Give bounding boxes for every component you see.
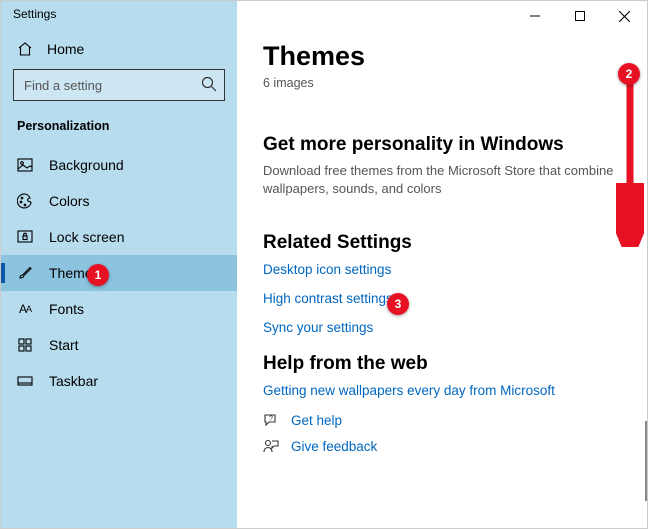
sidebar-item-home[interactable]: Home [1,31,237,63]
sidebar-item-label: Start [49,337,79,353]
link-sync-settings[interactable]: Sync your settings [263,320,621,335]
sidebar-item-label: Taskbar [49,373,98,389]
category-title: Personalization [1,113,237,147]
more-heading: Get more personality in Windows [263,134,621,156]
sidebar-item-label: Colors [49,193,89,209]
taskbar-icon [17,373,33,389]
help-icon: ? [263,412,279,428]
minimize-icon [530,11,540,21]
link-give-feedback[interactable]: Give feedback [291,439,377,454]
search-icon [201,76,217,92]
get-help-row[interactable]: ? Get help [263,412,621,428]
annotation-badge-2: 2 [618,63,640,85]
picture-icon [17,157,33,173]
page-title: Themes [263,41,621,72]
window-title: Settings [13,7,56,21]
main-content: Themes 6 images Get more personality in … [237,1,647,528]
page-subtitle: 6 images [263,76,621,90]
close-button[interactable] [602,1,647,31]
sidebar-item-background[interactable]: Background [1,147,237,183]
annotation-arrow [616,77,644,247]
sidebar-item-themes[interactable]: Themes [1,255,237,291]
link-wallpapers-microsoft[interactable]: Getting new wallpapers every day from Mi… [263,383,621,398]
lock-screen-icon [17,229,33,245]
search-wrap [13,69,225,101]
sidebar-item-label: Fonts [49,301,84,317]
related-heading: Related Settings [263,232,621,254]
window-controls [512,1,647,31]
annotation-badge-1: 1 [87,264,109,286]
more-body: Download free themes from the Microsoft … [263,162,621,198]
maximize-icon [575,11,585,21]
sidebar-item-taskbar[interactable]: Taskbar [1,363,237,399]
home-icon [17,41,33,57]
minimize-button[interactable] [512,1,557,31]
sidebar-item-lockscreen[interactable]: Lock screen [1,219,237,255]
feedback-icon [263,438,279,454]
sidebar-item-start[interactable]: Start [1,327,237,363]
palette-icon [17,193,33,209]
link-get-help[interactable]: Get help [291,413,342,428]
brush-icon [17,265,33,281]
annotation-badge-3: 3 [387,293,409,315]
sidebar-item-colors[interactable]: Colors [1,183,237,219]
search-input[interactable] [13,69,225,101]
scrollbar-thumb[interactable] [645,421,647,501]
sidebar-item-label: Lock screen [49,229,124,245]
svg-text:?: ? [269,416,273,423]
font-icon: AA [17,301,33,317]
sidebar-item-label: Background [49,157,124,173]
titlebar: Settings [1,1,647,31]
link-desktop-icon-settings[interactable]: Desktop icon settings [263,262,621,277]
help-heading: Help from the web [263,353,621,375]
home-label: Home [47,41,84,57]
feedback-row[interactable]: Give feedback [263,438,621,454]
sidebar-item-fonts[interactable]: AA Fonts [1,291,237,327]
maximize-button[interactable] [557,1,602,31]
close-icon [619,11,630,22]
start-icon [17,337,33,353]
link-high-contrast[interactable]: High contrast settings [263,291,621,306]
sidebar: Home Personalization Background Colors L… [1,1,237,528]
